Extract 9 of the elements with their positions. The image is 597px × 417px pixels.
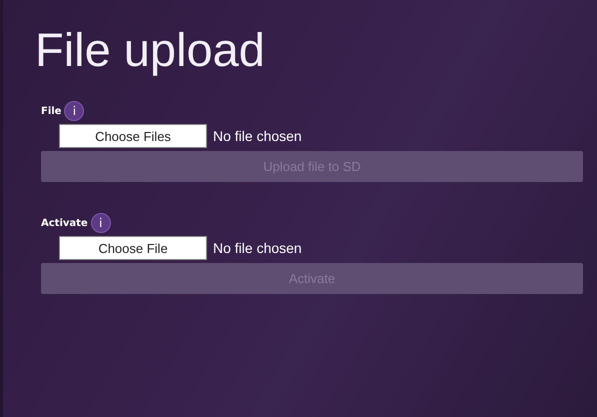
file-status: No file chosen — [213, 240, 302, 256]
choose-file-button[interactable]: Choose Files — [59, 124, 207, 148]
choose-file-button[interactable]: Choose File — [59, 236, 207, 260]
file-status: No file chosen — [213, 128, 302, 144]
section-label: Activate — [41, 218, 88, 228]
page-title: File upload — [35, 22, 266, 78]
section-label: File — [41, 106, 62, 116]
info-icon[interactable]: i — [90, 213, 111, 233]
info-icon[interactable]: i — [64, 101, 84, 121]
